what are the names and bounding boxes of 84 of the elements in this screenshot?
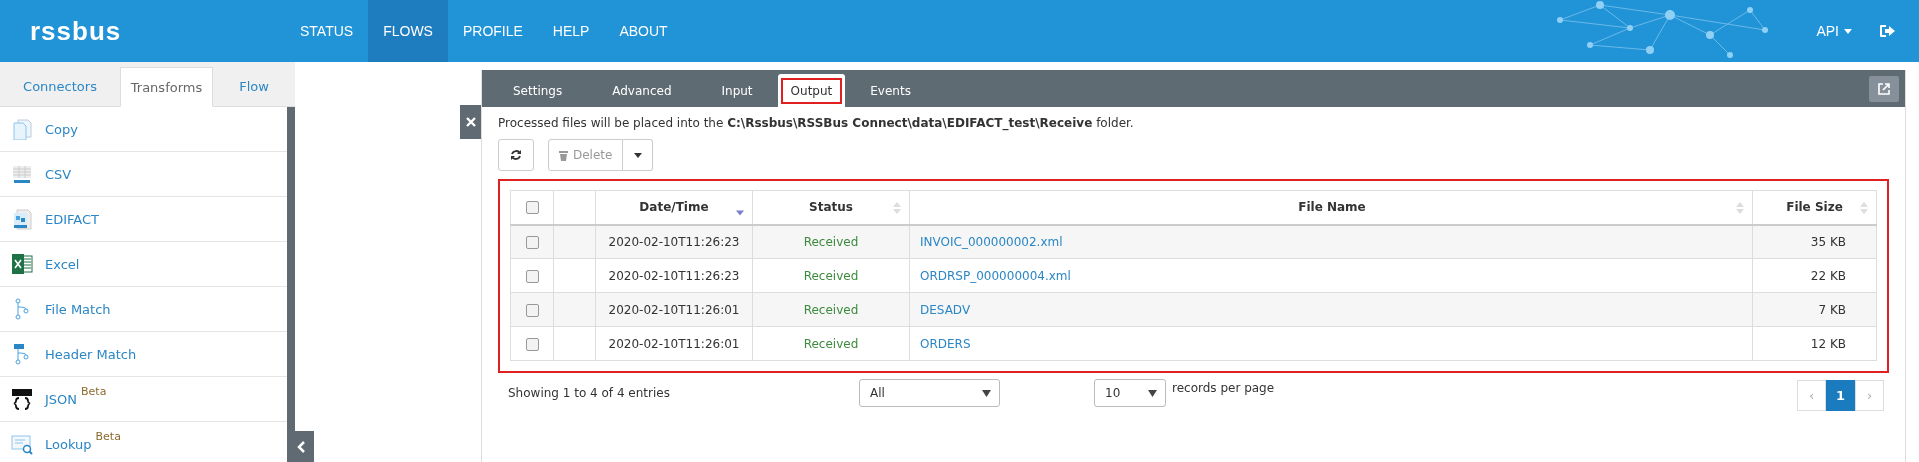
sidebar-item[interactable]: Excel xyxy=(0,242,287,287)
beta-label: Beta xyxy=(81,385,107,398)
spreadsheet-icon xyxy=(11,253,33,275)
sidebar-item[interactable]: Header Match xyxy=(0,332,287,377)
page-icon xyxy=(11,118,33,140)
file-link[interactable]: INVOIC_000000002.xml xyxy=(920,234,1063,249)
external-link-icon xyxy=(1878,82,1890,95)
previous-page-button[interactable]: ‹ xyxy=(1797,379,1826,411)
item-label: Lookup xyxy=(45,436,92,452)
table-cell: 2020-02-10T11:26:01 xyxy=(595,326,753,361)
status-cell: Received xyxy=(752,292,910,327)
refresh-button[interactable] xyxy=(498,139,534,171)
tab[interactable]: Events xyxy=(845,74,936,107)
table-cell: 2020-02-10T11:26:23 xyxy=(595,258,753,293)
braces-icon xyxy=(11,388,33,410)
caret-icon xyxy=(1148,389,1157,397)
next-page-button[interactable]: › xyxy=(1855,379,1884,411)
sidebar-item[interactable]: CSV xyxy=(0,152,287,197)
checkbox[interactable] xyxy=(525,303,539,317)
item-label: JSON xyxy=(45,391,78,407)
table-cell: 2020-02-10T11:26:23 xyxy=(595,224,753,259)
page-button[interactable]: 1 xyxy=(1826,379,1855,411)
caret-icon xyxy=(1844,28,1852,34)
beta-label: Beta xyxy=(95,430,121,443)
sidebar-tab[interactable]: Connectors xyxy=(0,67,120,106)
item-label: CSV xyxy=(45,166,72,182)
entries-summary: Showing 1 to 4 of 4 entries xyxy=(508,386,671,400)
user-menu[interactable]: API xyxy=(1816,23,1852,39)
nav-link[interactable]: HELP xyxy=(537,0,605,62)
trash-icon xyxy=(559,149,568,161)
item-label: File Match xyxy=(45,301,111,317)
close-icon xyxy=(465,117,476,127)
refresh-icon xyxy=(510,149,522,161)
nav-link[interactable]: ABOUT xyxy=(604,0,683,62)
column-header[interactable]: File Name xyxy=(909,190,1753,225)
logout-icon xyxy=(1880,25,1895,37)
sidebar-tab[interactable]: Transforms xyxy=(120,67,213,107)
checkbox[interactable] xyxy=(525,269,539,283)
page-size-label: records per page xyxy=(1172,381,1275,395)
table-icon xyxy=(11,163,33,185)
logo[interactable]: rssbus xyxy=(30,18,122,44)
close-button[interactable] xyxy=(460,105,481,139)
filter-select[interactable]: All xyxy=(859,379,1000,407)
popout-button[interactable] xyxy=(1869,75,1899,102)
page-size-select[interactable]: 10 xyxy=(1094,379,1166,407)
info-text: Processed files will be placed into the C:\Rssbus\RSSBus Connect\data\EDIFACT_test\Receive folder. xyxy=(498,115,1135,131)
file-link[interactable]: DESADV xyxy=(920,302,971,317)
tab[interactable]: Settings xyxy=(488,74,588,107)
search-icon xyxy=(11,433,33,455)
checkbox[interactable] xyxy=(525,201,539,215)
status-cell: Received xyxy=(752,326,910,361)
status-cell: Received xyxy=(752,258,910,293)
column-header[interactable]: Status xyxy=(752,190,910,225)
sidebar-item[interactable]: Copy xyxy=(0,107,287,152)
table-cell: 22 KB xyxy=(1752,258,1877,293)
dropdown-button[interactable] xyxy=(623,139,654,171)
file-link[interactable]: ORDRSP_000000004.xml xyxy=(920,268,1071,283)
table-cell: 7 KB xyxy=(1752,292,1877,327)
nav-link[interactable]: STATUS xyxy=(285,0,369,62)
item-label: Copy xyxy=(45,121,78,137)
table-cell: 35 KB xyxy=(1752,224,1877,259)
status-cell: Received xyxy=(752,224,910,259)
table-cell: 12 KB xyxy=(1752,326,1877,361)
column-header[interactable]: File Size xyxy=(1752,190,1877,225)
caret-icon xyxy=(982,389,991,397)
sidebar-item[interactable]: EDIFACT xyxy=(0,197,287,242)
nav-link[interactable]: FLOWS xyxy=(368,0,448,62)
tab[interactable]: Advanced xyxy=(587,74,697,107)
sidebar-item[interactable]: JSON Beta xyxy=(0,377,287,422)
caret-icon xyxy=(633,152,642,158)
item-label: EDIFACT xyxy=(45,211,100,227)
document-icon xyxy=(11,208,33,230)
tab[interactable]: Output xyxy=(777,74,846,107)
file-link[interactable]: ORDERS xyxy=(920,336,971,351)
checkbox[interactable] xyxy=(525,337,539,351)
chevron-icon xyxy=(295,440,306,453)
tab[interactable]: Input xyxy=(696,74,778,107)
table-cell: 2020-02-10T11:26:01 xyxy=(595,292,753,327)
item-label: Header Match xyxy=(45,346,137,362)
nav-link[interactable]: PROFILE xyxy=(447,0,538,62)
sidebar-tab[interactable]: Flow xyxy=(213,67,295,106)
column-header[interactable]: Date/Time xyxy=(595,190,753,225)
item-label: Excel xyxy=(45,256,80,272)
checkbox[interactable] xyxy=(525,235,539,249)
